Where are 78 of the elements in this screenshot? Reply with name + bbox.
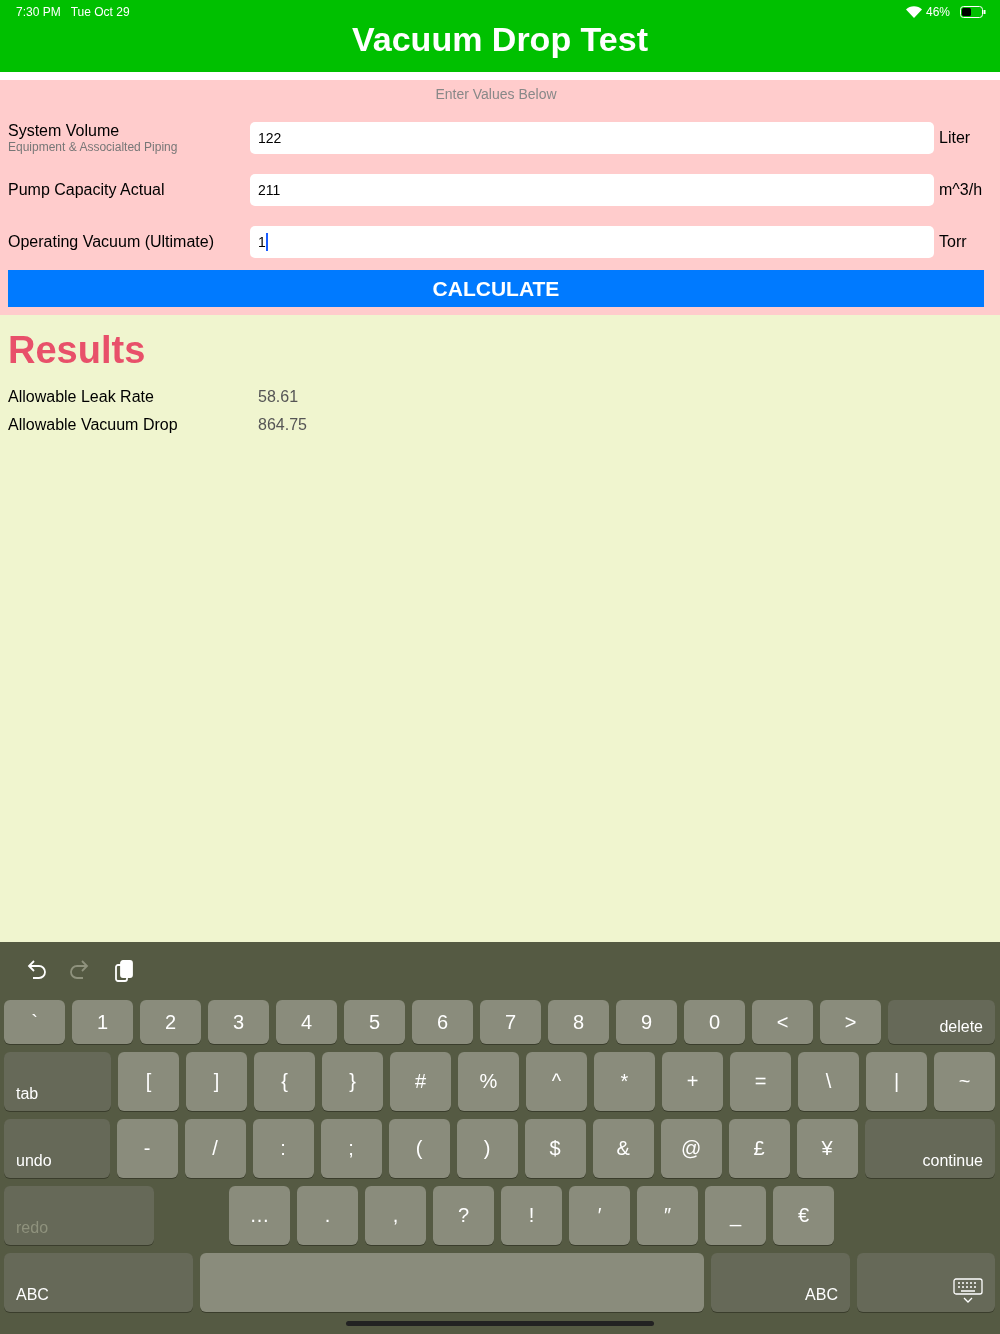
clipboard-icon[interactable]: [112, 958, 136, 984]
keyboard-key[interactable]: 7: [480, 1000, 541, 1044]
keyboard-key[interactable]: ′: [569, 1186, 630, 1245]
keyboard-key[interactable]: ¥: [796, 1119, 858, 1178]
keyboard-key[interactable]: \: [798, 1052, 859, 1111]
keyboard-key[interactable]: $: [524, 1119, 586, 1178]
keyboard-key[interactable]: `: [4, 1000, 65, 1044]
results-title: Results: [8, 329, 147, 372]
field-label: Operating Vacuum (Ultimate): [8, 233, 215, 251]
keyboard-key[interactable]: {: [254, 1052, 315, 1111]
keyboard-key[interactable]: 1: [72, 1000, 133, 1044]
keyboard-key[interactable]: ?: [433, 1186, 494, 1245]
field-sublabel: Equipment & Associalted Piping: [8, 140, 179, 154]
battery-percent: 46%: [925, 5, 950, 19]
keyboard-key[interactable]: tab: [4, 1052, 111, 1111]
keyboard-key[interactable]: @: [660, 1119, 722, 1178]
result-value: 864.75: [258, 416, 308, 435]
keyboard-key[interactable]: %: [458, 1052, 519, 1111]
keyboard-key[interactable]: …: [229, 1186, 290, 1245]
keyboard-key[interactable]: 0: [684, 1000, 745, 1044]
keyboard-key[interactable]: 3: [208, 1000, 269, 1044]
app-title: Vacuum Drop Test: [352, 20, 648, 59]
calculate-button[interactable]: CALCULATE: [8, 270, 984, 307]
keyboard-key[interactable]: undo: [4, 1119, 110, 1178]
keyboard-key[interactable]: |: [866, 1052, 927, 1111]
form-caption: Enter Values Below: [435, 86, 557, 102]
keyboard-key[interactable]: ″: [637, 1186, 698, 1245]
keyboard-key[interactable]: .: [297, 1186, 358, 1245]
keyboard-key[interactable]: ): [456, 1119, 518, 1178]
keyboard-key[interactable]: =: [730, 1052, 791, 1111]
keyboard-hide-icon: [953, 1278, 983, 1304]
battery-icon: [960, 6, 986, 18]
keyboard-key[interactable]: delete: [888, 1000, 995, 1044]
keyboard-key[interactable]: 6: [412, 1000, 473, 1044]
keyboard-dismiss-button[interactable]: [857, 1253, 995, 1312]
keyboard-key[interactable]: >: [820, 1000, 881, 1044]
unit-label: m^3/h: [938, 181, 984, 199]
keyboard-key[interactable]: /: [184, 1119, 246, 1178]
keyboard-key[interactable]: continue: [864, 1119, 995, 1178]
field-label: System Volume: [8, 122, 121, 140]
status-time: 7:30 PM: [16, 5, 61, 19]
keyboard-key[interactable]: [: [118, 1052, 179, 1111]
keyboard-key[interactable]: <: [752, 1000, 813, 1044]
unit-label: Torr: [938, 233, 968, 251]
keyboard-key[interactable]: 2: [140, 1000, 201, 1044]
keyboard-key[interactable]: :: [252, 1119, 314, 1178]
keyboard-key[interactable]: 8: [548, 1000, 609, 1044]
result-label: Allowable Leak Rate: [8, 388, 155, 407]
keyboard-key[interactable]: 9: [616, 1000, 677, 1044]
input-field[interactable]: 122: [250, 122, 934, 154]
keyboard-key[interactable]: (: [388, 1119, 450, 1178]
keyboard-key[interactable]: 4: [276, 1000, 337, 1044]
wifi-icon: [905, 6, 922, 18]
keyboard-key[interactable]: &: [592, 1119, 654, 1178]
keyboard-key[interactable]: ,: [365, 1186, 426, 1245]
unit-label: Liter: [938, 129, 972, 147]
status-date: Tue Oct 29: [70, 5, 130, 19]
keyboard-key[interactable]: !: [501, 1186, 562, 1245]
keyboard-key[interactable]: +: [662, 1052, 723, 1111]
keyboard-key[interactable]: #: [390, 1052, 451, 1111]
keyboard-key[interactable]: -: [116, 1119, 178, 1178]
keyboard-key[interactable]: ^: [526, 1052, 587, 1111]
keyboard-key[interactable]: ABC: [4, 1253, 193, 1312]
input-field[interactable]: 211: [250, 174, 934, 206]
input-field[interactable]: 1: [250, 226, 934, 258]
keyboard-key[interactable]: ABC: [711, 1253, 850, 1312]
keyboard-key[interactable]: ]: [186, 1052, 247, 1111]
keyboard-key[interactable]: €: [773, 1186, 834, 1245]
result-value: 58.61: [258, 388, 300, 407]
keyboard-key[interactable]: _: [705, 1186, 766, 1245]
result-label: Allowable Vacuum Drop: [8, 416, 179, 435]
keyboard-key[interactable]: 5: [344, 1000, 405, 1044]
keyboard-key[interactable]: £: [728, 1119, 790, 1178]
keyboard-key[interactable]: }: [322, 1052, 383, 1111]
keyboard-key[interactable]: ~: [934, 1052, 995, 1111]
keyboard-key[interactable]: *: [594, 1052, 655, 1111]
field-label: Pump Capacity Actual: [8, 181, 166, 199]
keyboard-key[interactable]: ;: [320, 1119, 382, 1178]
